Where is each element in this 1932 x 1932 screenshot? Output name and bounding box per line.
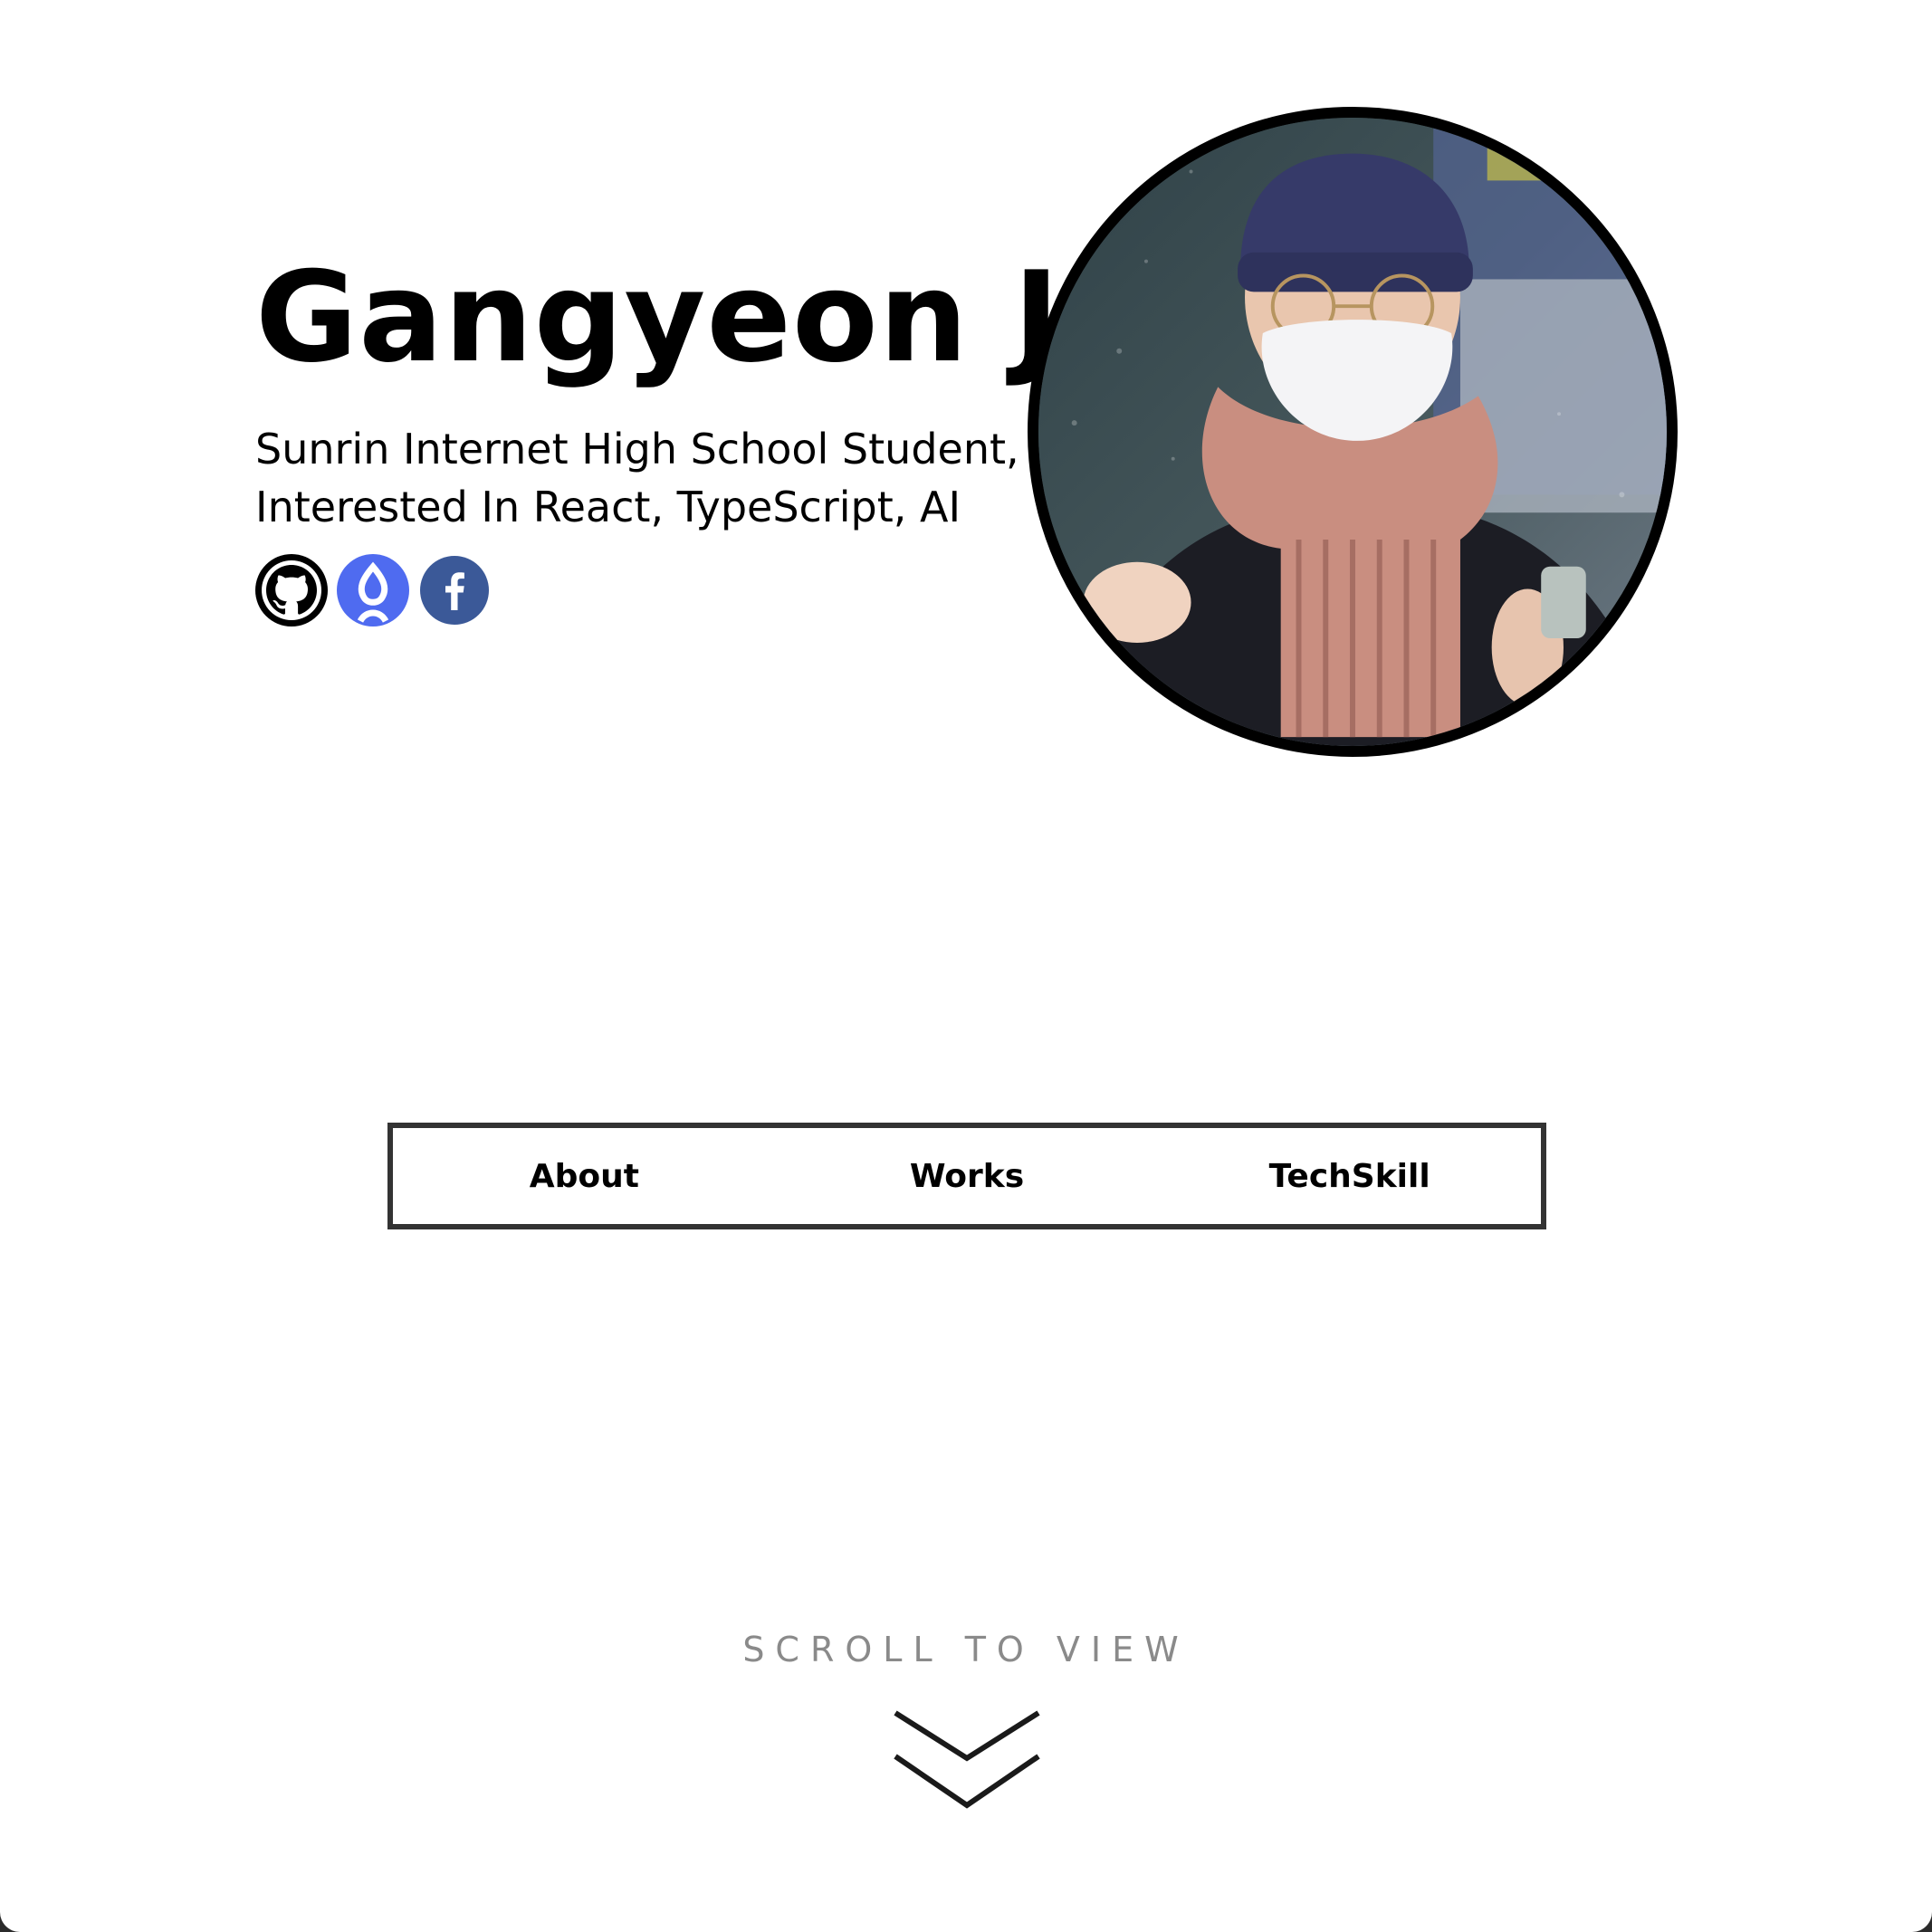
github-link[interactable] — [255, 554, 328, 626]
section-nav: About Works TechSkill — [387, 1123, 1546, 1229]
nav-techskill[interactable]: TechSkill — [1158, 1158, 1541, 1195]
profile-photo — [1028, 107, 1678, 757]
facebook-icon — [420, 556, 489, 625]
subtitle-line-1: Sunrin Internet High School Student, — [255, 425, 1019, 473]
facebook-link[interactable] — [418, 554, 491, 626]
nav-about[interactable]: About — [393, 1158, 776, 1195]
social-links — [255, 554, 491, 626]
double-chevron-down-icon[interactable] — [892, 1707, 1042, 1811]
velog-icon — [337, 554, 409, 626]
profile-photo-image — [1038, 118, 1667, 746]
scroll-hint-label: SCROLL TO VIEW — [742, 1630, 1190, 1669]
profile-subtitle: Sunrin Internet High School Student, Int… — [255, 420, 1019, 536]
page: Gangyeon Jo Sunrin Internet High School … — [0, 0, 1932, 1932]
subtitle-line-2: Interested In React, TypeScript, AI — [255, 483, 961, 531]
github-icon — [255, 554, 328, 626]
nav-works[interactable]: Works — [776, 1158, 1159, 1195]
profile-name: Gangyeon Jo — [255, 244, 1148, 390]
velog-link[interactable] — [337, 554, 409, 626]
